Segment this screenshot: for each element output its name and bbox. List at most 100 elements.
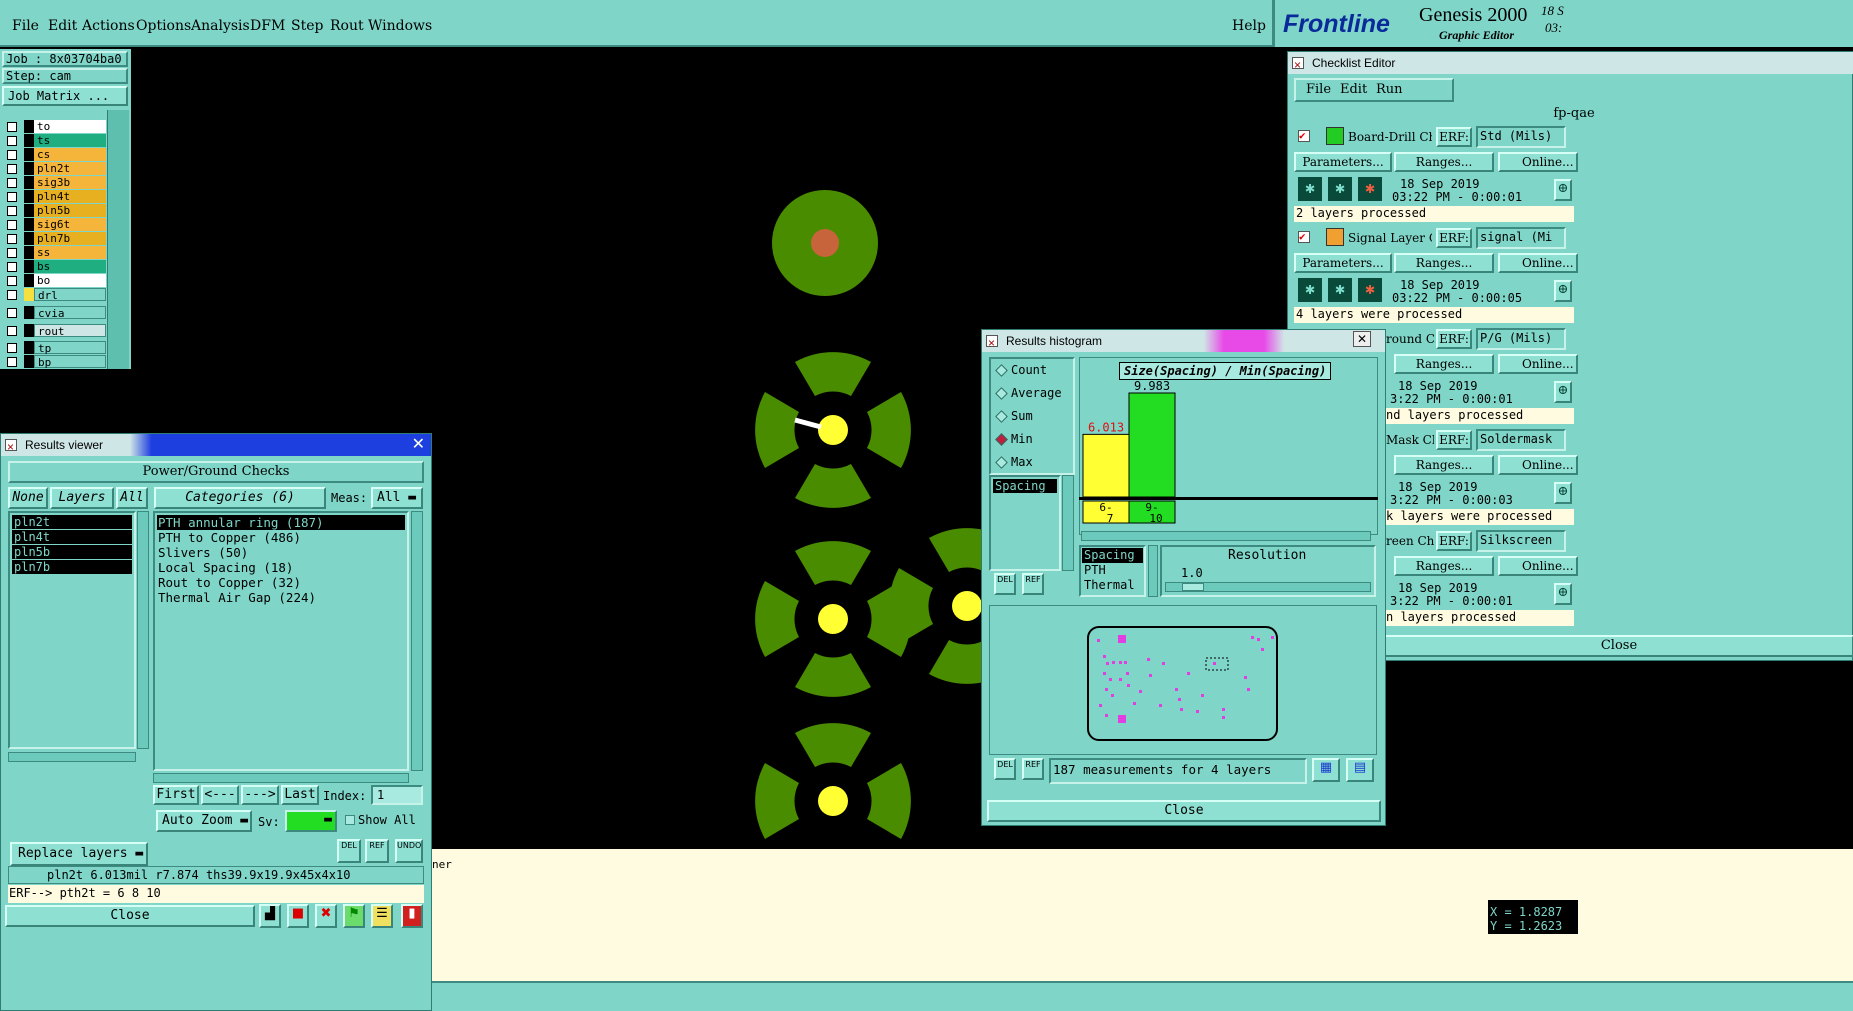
- menu-dfm[interactable]: DFM: [250, 18, 285, 34]
- report-icon-button[interactable]: ☰: [371, 904, 393, 928]
- layer-name[interactable]: cvia: [34, 306, 106, 320]
- histogram-print-button[interactable]: ▤: [1346, 758, 1374, 782]
- layer-checkbox[interactable]: [7, 357, 17, 367]
- histogram-ref-left-button[interactable]: REF: [1022, 573, 1044, 595]
- layer-checkbox[interactable]: [7, 206, 17, 216]
- job-matrix-button[interactable]: Job Matrix ...: [2, 86, 128, 106]
- runner-icon[interactable]: ✱: [1298, 278, 1322, 302]
- layer-checkbox[interactable]: [7, 343, 17, 353]
- chart-icon-button[interactable]: ▮: [401, 904, 423, 928]
- layer-row-pln5b[interactable]: pln5b: [4, 204, 106, 218]
- online-button[interactable]: Online...: [1498, 354, 1578, 374]
- next-button[interactable]: --->: [241, 785, 279, 805]
- erf-value-field[interactable]: Std (Mils): [1476, 126, 1566, 148]
- zoom-icon-button[interactable]: ⊕: [1554, 583, 1572, 605]
- check-label[interactable]: Mask Ch: [1386, 433, 1434, 447]
- checklist-titlebar[interactable]: Checklist Editor: [1288, 52, 1853, 76]
- replace-layers-dropdown[interactable]: Replace layers ▬: [10, 842, 148, 866]
- histogram-titlebar[interactable]: Results histogram ✕: [982, 330, 1385, 354]
- parameters-button[interactable]: Parameters...: [1294, 152, 1392, 172]
- check-enable-checkbox[interactable]: ✔: [1298, 130, 1310, 142]
- all-button[interactable]: All: [116, 487, 148, 509]
- histogram-del-left-button[interactable]: DEL: [994, 573, 1016, 595]
- check-label[interactable]: Board-Drill Che: [1348, 130, 1432, 144]
- menu-file[interactable]: File: [12, 18, 39, 34]
- prev-button[interactable]: <---: [201, 785, 239, 805]
- layer-checkbox[interactable]: [7, 326, 17, 336]
- red-square-icon-button[interactable]: ■: [287, 904, 309, 928]
- list-item[interactable]: Rout to Copper (32): [157, 575, 405, 590]
- erf-button[interactable]: ERF:: [1436, 329, 1472, 349]
- checklist-menu-run[interactable]: Run: [1376, 82, 1403, 97]
- layer-checkbox[interactable]: [7, 262, 17, 272]
- erf-value-field[interactable]: P/G (Mils): [1476, 328, 1566, 350]
- layer-checkbox[interactable]: [7, 220, 17, 230]
- checklist-close-button[interactable]: Close: [1384, 635, 1853, 657]
- layer-name[interactable]: pln5b: [34, 204, 106, 217]
- last-button[interactable]: Last: [281, 785, 319, 805]
- parameters-button[interactable]: Parameters...: [1294, 253, 1392, 273]
- layer-name[interactable]: ts: [34, 134, 106, 147]
- check-enable-checkbox[interactable]: ✔: [1298, 231, 1310, 243]
- runner-icon[interactable]: ✱: [1298, 177, 1322, 201]
- layer-checkbox[interactable]: [7, 164, 17, 174]
- list-item[interactable]: pln4t: [12, 530, 132, 544]
- ranges-button[interactable]: Ranges...: [1394, 455, 1494, 475]
- layer-name[interactable]: rout: [34, 324, 106, 338]
- layer-row-drl[interactable]: drl: [4, 288, 106, 302]
- erf-value-field[interactable]: Silkscreen: [1476, 530, 1566, 552]
- layer-checkbox[interactable]: [7, 234, 17, 244]
- list-item[interactable]: Slivers (50): [157, 545, 405, 560]
- layer-checkbox[interactable]: [7, 248, 17, 258]
- histogram-ref-button[interactable]: REF: [1022, 758, 1044, 780]
- layer-name[interactable]: bo: [34, 274, 106, 287]
- erf-button[interactable]: ERF:: [1436, 228, 1472, 248]
- window-menu-icon[interactable]: [1292, 54, 1304, 76]
- results-close-button[interactable]: Close: [5, 905, 255, 927]
- ranges-button[interactable]: Ranges...: [1394, 253, 1494, 273]
- checklist-menu-edit[interactable]: Edit: [1340, 82, 1367, 97]
- show-all-checkbox[interactable]: [345, 815, 355, 825]
- chart-hscroll[interactable]: [1081, 531, 1371, 541]
- layer-row-ts[interactable]: ts: [4, 134, 106, 148]
- menu-rout[interactable]: Rout: [330, 18, 364, 34]
- list-item[interactable]: PTH to Copper (486): [157, 530, 405, 545]
- resolution-slider[interactable]: [1165, 582, 1371, 592]
- histogram-del-button[interactable]: DEL: [994, 758, 1016, 780]
- histogram-type-list[interactable]: Spacing PTH Thermal: [1079, 545, 1146, 597]
- list-item[interactable]: pln7b: [12, 560, 132, 574]
- runner-icon[interactable]: ✱: [1358, 278, 1382, 302]
- undo-button[interactable]: UNDO: [395, 839, 423, 863]
- layer-name[interactable]: bs: [34, 260, 106, 273]
- categories-scrollbar[interactable]: [411, 511, 423, 771]
- layer-list-scrollbar[interactable]: [137, 511, 149, 749]
- checklist-menu-file[interactable]: File: [1306, 82, 1331, 97]
- zoom-icon-button[interactable]: ⊕: [1554, 482, 1572, 504]
- results-viewer-titlebar[interactable]: Results viewer ✕: [1, 434, 431, 458]
- layer-row-cvia[interactable]: cvia: [4, 306, 106, 320]
- erf-value-field[interactable]: signal (Mi: [1476, 227, 1566, 249]
- type-list-scrollbar[interactable]: [1148, 545, 1158, 597]
- layer-row-tp[interactable]: tp: [4, 341, 106, 355]
- layer-row-sig3b[interactable]: sig3b: [4, 176, 106, 190]
- layer-name[interactable]: bp: [34, 355, 106, 369]
- menu-actions[interactable]: Actions: [82, 18, 135, 34]
- menu-edit[interactable]: Edit: [48, 18, 77, 34]
- auto-zoom-dropdown[interactable]: Auto Zoom ▬: [156, 810, 252, 832]
- first-button[interactable]: First: [153, 785, 199, 805]
- sv-color-dropdown[interactable]: ▬: [285, 810, 337, 832]
- zoom-icon-button[interactable]: ⊕: [1554, 179, 1572, 201]
- erf-value-field[interactable]: Soldermask: [1476, 429, 1566, 451]
- layer-checkbox[interactable]: [7, 276, 17, 286]
- layer-row-cs[interactable]: cs: [4, 148, 106, 162]
- list-item[interactable]: Spacing: [993, 479, 1057, 493]
- del-button[interactable]: DEL: [337, 839, 361, 863]
- layer-checkbox[interactable]: [7, 178, 17, 188]
- layer-row-bp[interactable]: bp: [4, 355, 106, 369]
- online-button[interactable]: Online...: [1498, 556, 1578, 576]
- slider-thumb[interactable]: [1182, 583, 1204, 591]
- categories-button[interactable]: Categories (6): [154, 487, 326, 509]
- ref-button[interactable]: REF: [365, 839, 389, 863]
- layer-row-rout[interactable]: rout: [4, 324, 106, 338]
- zoom-icon-button[interactable]: ⊕: [1554, 280, 1572, 302]
